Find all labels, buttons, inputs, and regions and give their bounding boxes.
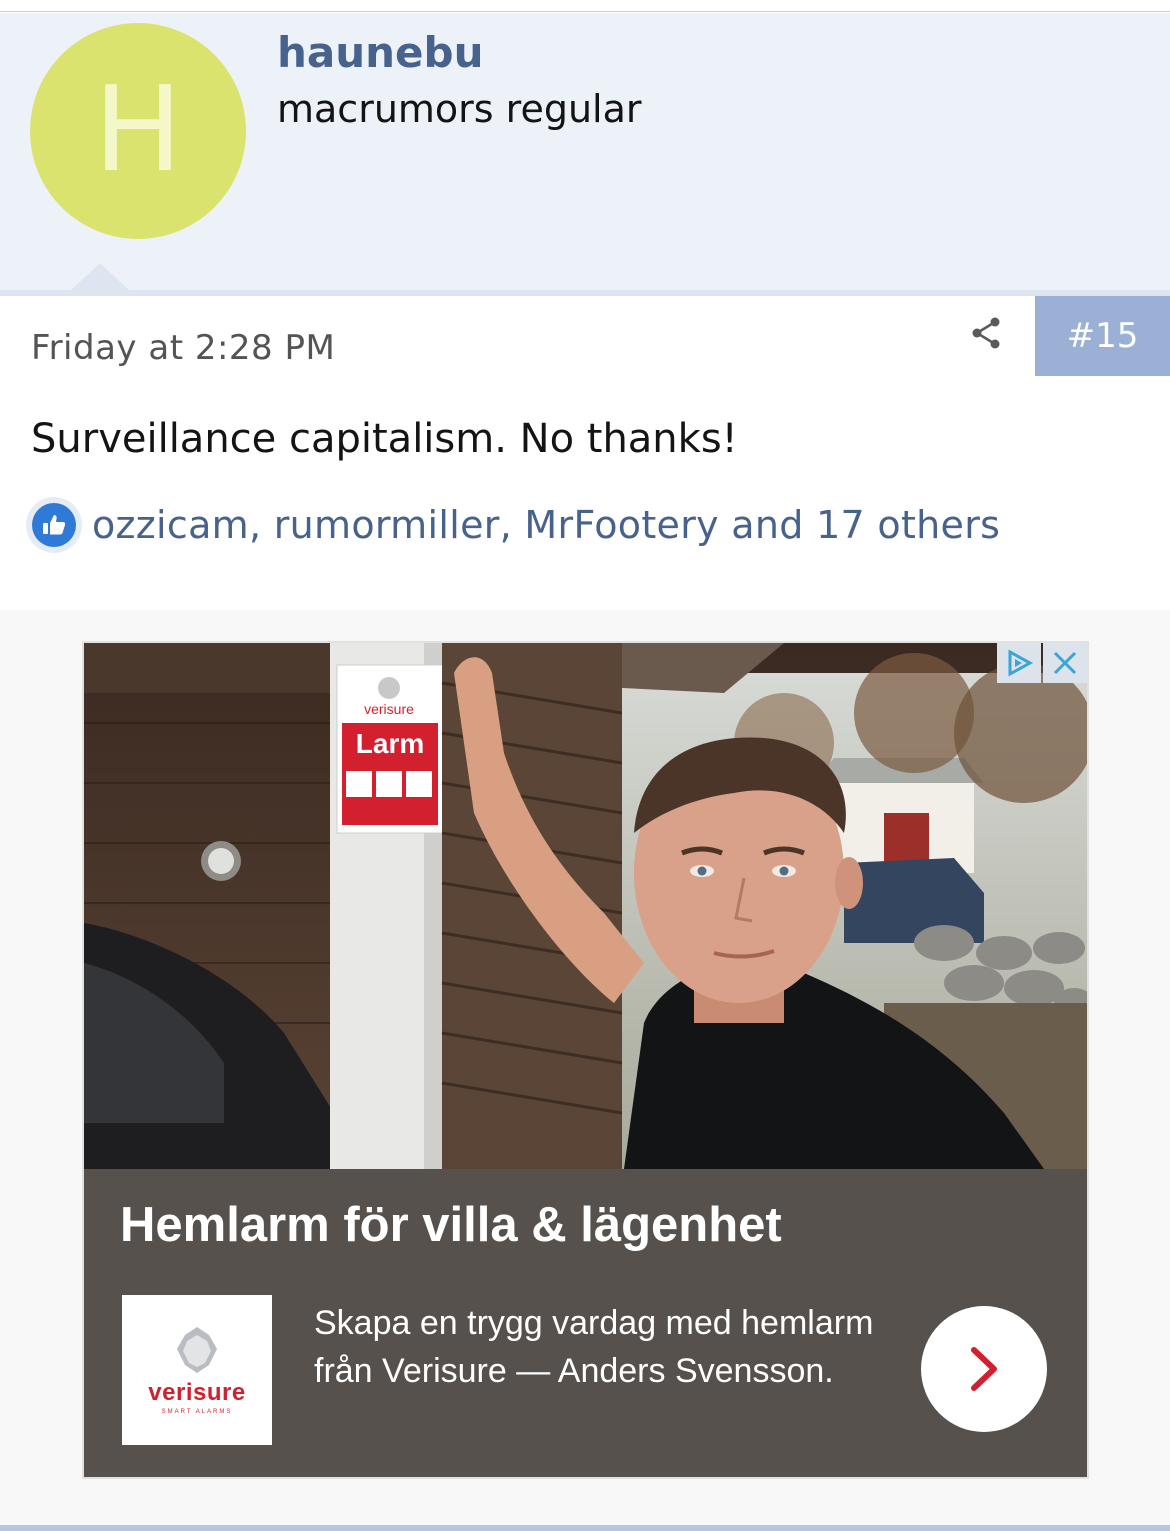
ad-caption[interactable]: Hemlarm för villa & lägenhet verisure SM…	[84, 1169, 1087, 1477]
ad-description[interactable]: Skapa en trygg vardag med hemlarm från V…	[314, 1299, 874, 1395]
ad-sign-brand: verisure	[364, 701, 414, 717]
share-icon[interactable]	[968, 315, 1004, 351]
top-divider	[0, 0, 1170, 12]
adchoices-bar[interactable]	[997, 643, 1087, 683]
reaction-users-link[interactable]: ozzicam, rumormiller, MrFootery and 17 o…	[92, 503, 1000, 547]
post-body: Surveillance capitalism. No thanks!	[31, 416, 738, 462]
ad-logo[interactable]: verisure SMART ALARMS	[122, 1295, 272, 1445]
reactions-bar[interactable]: ozzicam, rumormiller, MrFootery and 17 o…	[26, 495, 1000, 555]
post-number-link[interactable]: #15	[1035, 296, 1170, 376]
adchoices-icon[interactable]	[997, 643, 1041, 683]
post-date[interactable]: Friday at 2:28 PM	[31, 328, 335, 368]
header-divider	[0, 290, 1170, 296]
ad-logo-text: verisure	[148, 1379, 246, 1406]
ad-headline[interactable]: Hemlarm för villa & lägenhet	[120, 1197, 782, 1253]
ad-frame[interactable]: verisure Larm Hemlarm för villa & lägenh…	[82, 641, 1089, 1479]
username-link[interactable]: haunebu	[277, 28, 484, 77]
user-title: macrumors regular	[277, 87, 642, 131]
ad-container: verisure Larm Hemlarm för villa & lägenh…	[0, 610, 1170, 1531]
chevron-right-icon[interactable]	[921, 1306, 1047, 1432]
avatar-letter: H	[93, 60, 183, 198]
ad-logo-subtext: SMART ALARMS	[161, 1409, 233, 1415]
avatar[interactable]: H	[30, 23, 246, 239]
close-icon[interactable]	[1043, 643, 1087, 683]
user-header: H haunebu macrumors regular	[0, 13, 1170, 291]
thumbs-up-icon	[26, 497, 82, 553]
header-pointer	[70, 263, 130, 291]
bottom-divider	[0, 1525, 1170, 1531]
verisure-logo-icon	[177, 1327, 217, 1373]
ad-sign-label: Larm	[356, 728, 424, 759]
ad-photo[interactable]: verisure Larm	[84, 643, 1087, 1169]
